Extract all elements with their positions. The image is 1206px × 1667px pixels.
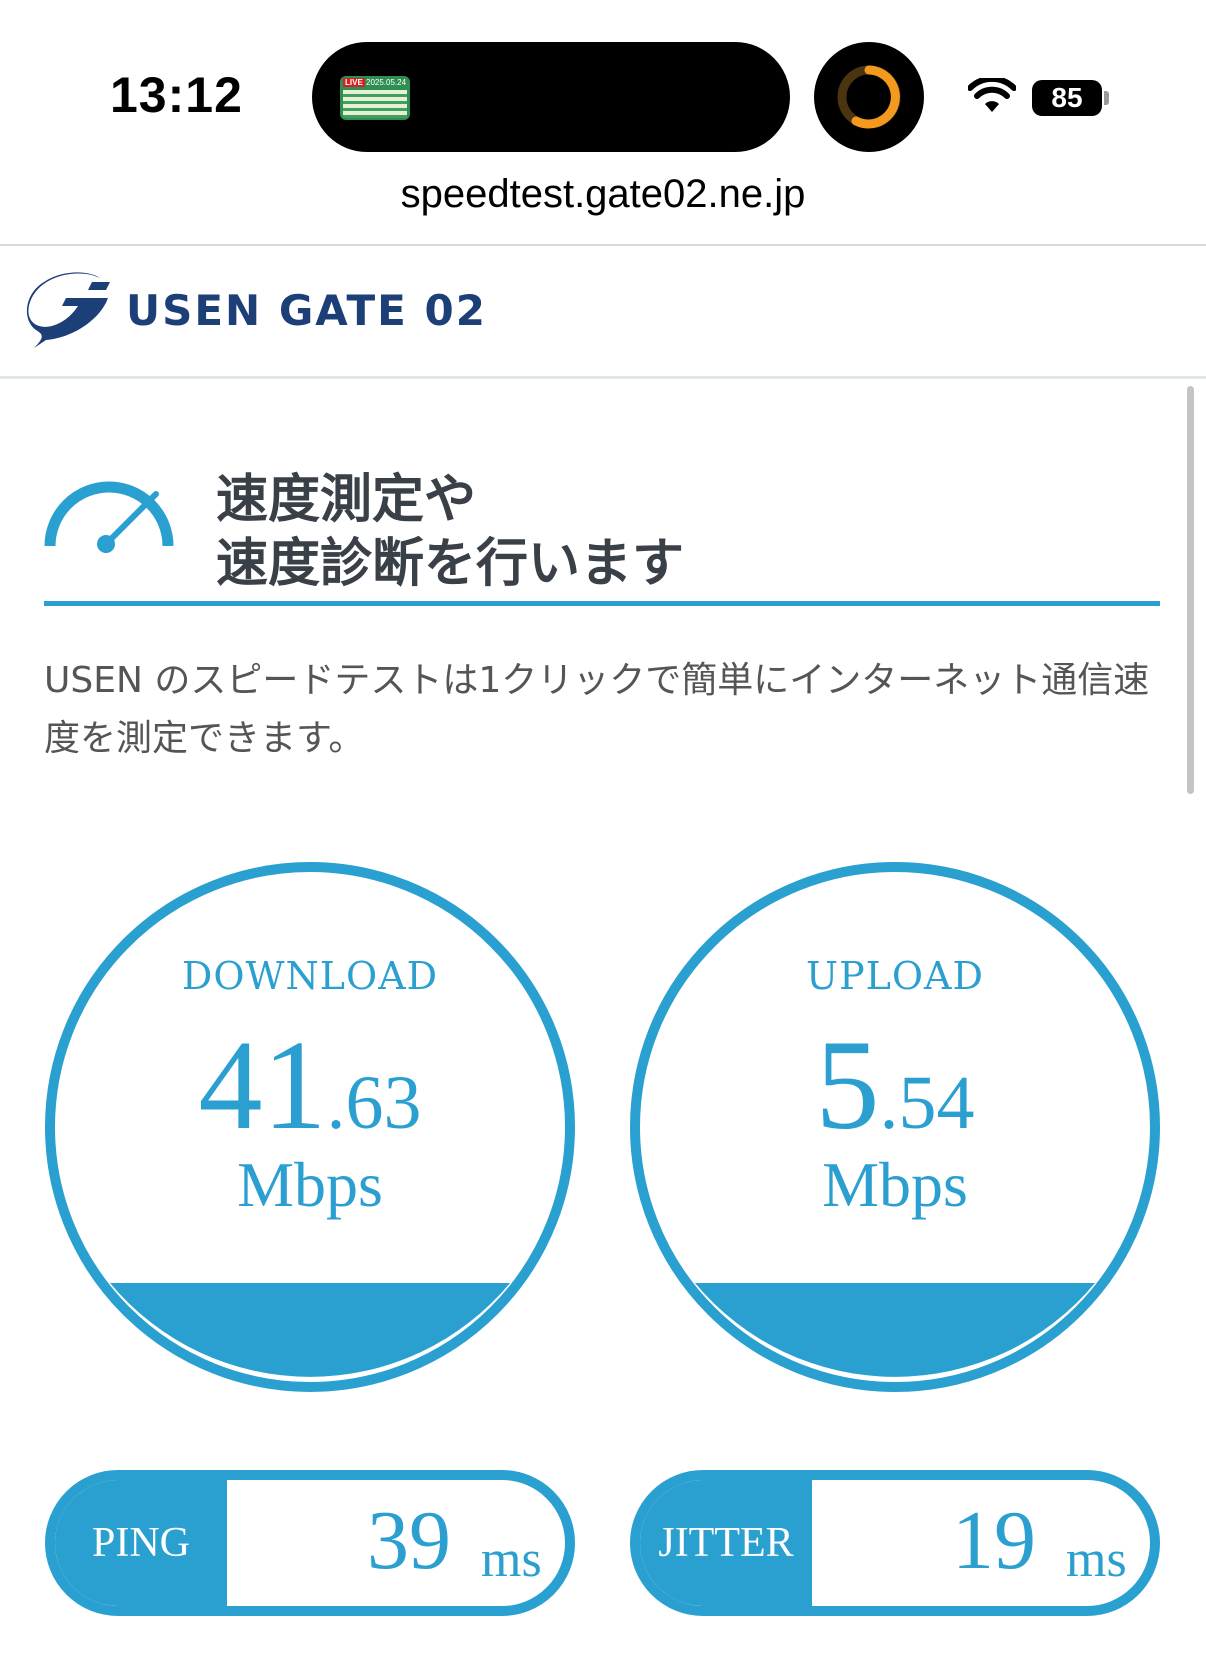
jitter-unit: ms bbox=[1066, 1531, 1127, 1588]
upload-value-integer: 5 bbox=[815, 1014, 880, 1156]
live-badge: LIVE bbox=[343, 78, 365, 87]
site-header: USEN GATE 02 bbox=[0, 246, 1206, 378]
intro-description: USEN のスピードテストは1クリックで簡単にインターネット通信速度を測定できま… bbox=[44, 660, 1150, 759]
page-heading: 速度測定や 速度診断を行います bbox=[216, 468, 1116, 596]
jitter-result-pill: JITTER 19 ms bbox=[630, 1470, 1160, 1616]
battery-indicator: 85 bbox=[1032, 80, 1102, 116]
dynamic-island[interactable]: LIVE 2025.05.24 bbox=[312, 42, 790, 152]
upload-value: 5.54 bbox=[630, 1012, 1160, 1159]
heading-line-2: 速度診断を行います bbox=[216, 534, 685, 594]
status-time: 13:12 bbox=[110, 67, 243, 123]
header-divider bbox=[0, 376, 1206, 379]
ping-result-pill: PING 39 ms bbox=[45, 1470, 575, 1616]
live-date: 2025.05.24 bbox=[366, 78, 407, 87]
download-label: DOWNLOAD bbox=[181, 954, 439, 998]
live-activity-thumbnail[interactable]: LIVE 2025.05.24 bbox=[340, 76, 410, 120]
download-value: 41.63 bbox=[45, 1012, 575, 1159]
download-value-integer: 41 bbox=[198, 1014, 327, 1156]
usen-logo-icon[interactable] bbox=[22, 268, 118, 352]
download-unit: Mbps bbox=[237, 1149, 383, 1220]
status-bar: 13:12 LIVE 2025.05.24 85 speedtest.gate0… bbox=[0, 0, 1206, 216]
ping-label: PING bbox=[55, 1480, 227, 1606]
thumbnail-content bbox=[343, 90, 407, 118]
address-bar-url[interactable]: speedtest.gate02.ne.jp bbox=[0, 172, 1206, 217]
upload-unit: Mbps bbox=[822, 1149, 968, 1220]
jitter-label: JITTER bbox=[640, 1480, 812, 1606]
upload-result-circle: UPLOAD 5.54 Mbps bbox=[630, 862, 1160, 1392]
ping-value: 39 bbox=[367, 1494, 451, 1587]
heading-line-1: 速度測定や bbox=[216, 470, 477, 530]
page-scrollbar[interactable] bbox=[1187, 386, 1194, 794]
download-value-decimal: .63 bbox=[326, 1061, 422, 1145]
jitter-value: 19 bbox=[952, 1494, 1036, 1587]
upload-value-decimal: .54 bbox=[879, 1061, 975, 1145]
ping-unit: ms bbox=[481, 1531, 542, 1588]
activity-ring-icon[interactable] bbox=[814, 42, 924, 152]
download-result-circle: DOWNLOAD 41.63 Mbps bbox=[45, 862, 575, 1392]
speedometer-icon bbox=[44, 480, 174, 564]
upload-label: UPLOAD bbox=[806, 954, 984, 998]
heading-underline bbox=[44, 601, 1160, 606]
logo-text[interactable]: USEN GATE 02 bbox=[126, 286, 487, 335]
wifi-icon bbox=[967, 75, 1017, 118]
battery-cap bbox=[1104, 91, 1109, 105]
